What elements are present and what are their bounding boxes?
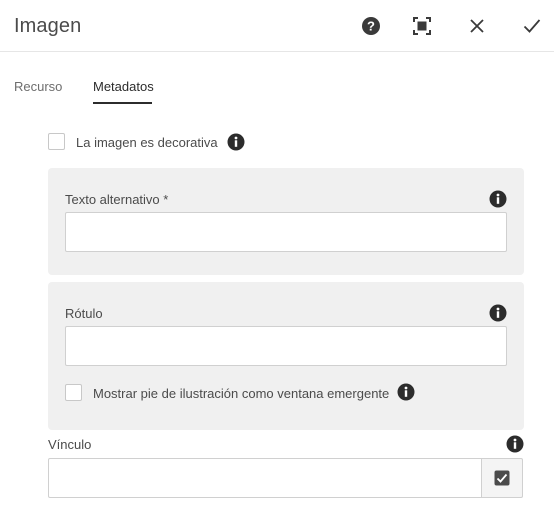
link-label: Vínculo	[48, 437, 92, 452]
caption-label: Rótulo	[65, 306, 103, 321]
alt-text-input[interactable]	[65, 212, 507, 252]
tab-recurso[interactable]: Recurso	[14, 79, 62, 94]
svg-text:?: ?	[367, 19, 375, 34]
link-info-icon[interactable]	[506, 435, 524, 453]
caption-popup-info-icon[interactable]	[397, 383, 415, 401]
help-button[interactable]: ?	[359, 14, 383, 38]
checkmark-icon	[523, 19, 541, 33]
alt-text-label: Texto alternativo *	[65, 192, 169, 207]
alt-text-info-icon[interactable]	[489, 190, 507, 208]
active-tab-indicator	[93, 102, 152, 104]
link-picker-button[interactable]	[481, 458, 523, 498]
help-icon: ?	[362, 17, 380, 35]
link-input[interactable]	[48, 458, 482, 498]
close-icon	[470, 19, 484, 33]
fullscreen-icon	[413, 17, 431, 35]
caption-popup-checkbox[interactable]	[65, 384, 82, 401]
check-square-icon	[494, 470, 510, 486]
confirm-button[interactable]	[520, 14, 544, 38]
caption-input[interactable]	[65, 326, 507, 366]
dialog-header: Imagen ?	[0, 0, 554, 52]
caption-info-icon[interactable]	[489, 304, 507, 322]
decorative-checkbox[interactable]	[48, 133, 65, 150]
caption-popup-label: Mostrar pie de ilustración como ventana …	[93, 386, 390, 401]
tab-metadatos[interactable]: Metadatos	[93, 79, 154, 94]
info-icon[interactable]	[227, 133, 245, 151]
dialog-title: Imagen	[14, 15, 82, 37]
fullscreen-button[interactable]	[410, 14, 434, 38]
close-button[interactable]	[465, 14, 489, 38]
decorative-label: La imagen es decorativa	[76, 135, 218, 150]
